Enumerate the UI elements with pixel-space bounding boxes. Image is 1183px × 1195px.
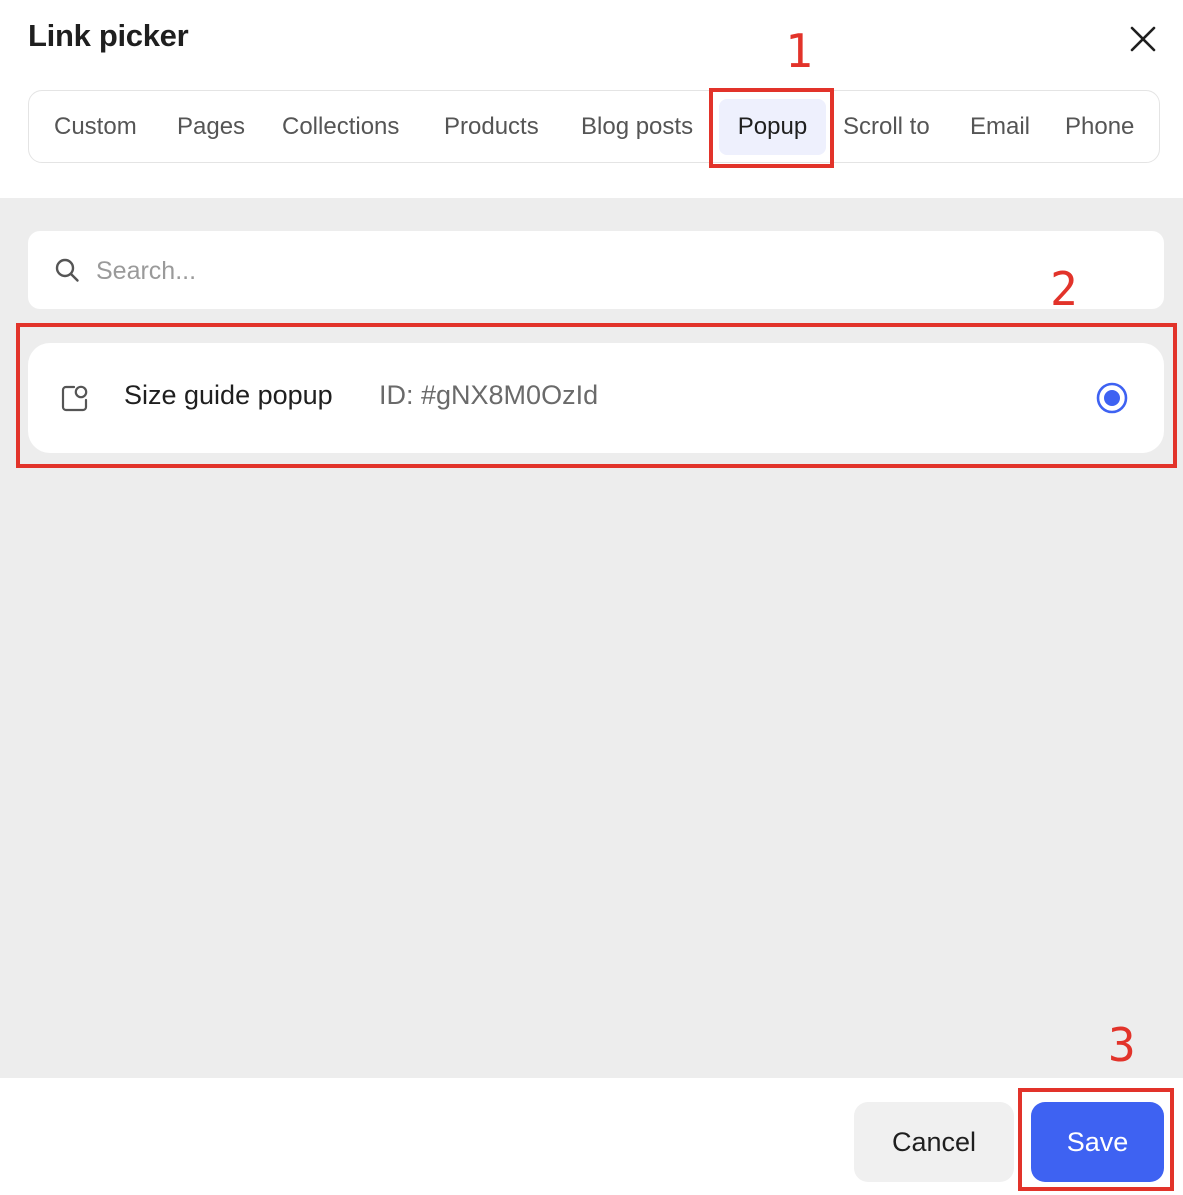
tab-custom[interactable]: Custom (54, 99, 137, 155)
search-icon (55, 258, 79, 282)
save-button[interactable]: Save (1031, 1102, 1164, 1182)
popup-icon (61, 385, 88, 412)
popup-list-item[interactable]: Size guide popup ID: #gNX8M0OzId (28, 343, 1164, 453)
search-input[interactable] (94, 245, 1138, 297)
radio-selected[interactable] (1096, 382, 1128, 414)
tab-blog-posts[interactable]: Blog posts (581, 99, 693, 155)
tab-email[interactable]: Email (970, 99, 1030, 155)
tab-scroll-to[interactable]: Scroll to (843, 99, 930, 155)
dialog-header: Link picker Custom Pages Collections Pro… (0, 0, 1183, 198)
search-bar (28, 231, 1164, 309)
item-id: ID: #gNX8M0OzId (379, 380, 599, 410)
tab-products[interactable]: Products (444, 99, 539, 155)
tab-pages[interactable]: Pages (177, 99, 245, 155)
dialog-title: Link picker (28, 18, 189, 53)
cancel-button[interactable]: Cancel (854, 1102, 1014, 1182)
content-area (0, 198, 1183, 1078)
close-button[interactable] (1124, 20, 1162, 58)
link-type-tabs: Custom Pages Collections Products Blog p… (28, 90, 1160, 163)
close-icon (1130, 26, 1156, 52)
tab-collections[interactable]: Collections (282, 99, 399, 155)
tab-phone[interactable]: Phone (1065, 99, 1134, 155)
item-name: Size guide popup (124, 380, 333, 410)
tab-popup[interactable]: Popup (719, 99, 826, 155)
